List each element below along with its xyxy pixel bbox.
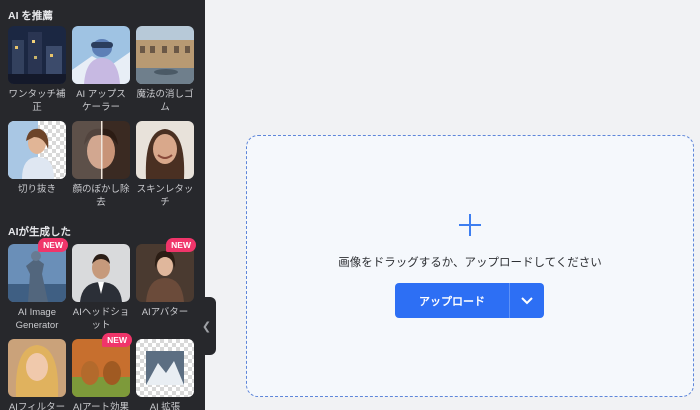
tile-label: 切り抜き <box>17 184 56 195</box>
upload-dropzone[interactable]: 画像をドラッグするか、アップロードしてください アップロード <box>246 135 694 397</box>
tool-ai-art-effect[interactable]: NEW AIアート効果 <box>72 333 132 410</box>
dogs-thumbnail-icon <box>72 339 130 397</box>
new-badge: NEW <box>102 333 132 347</box>
tile-label: 顔のぼかし除去 <box>72 184 130 208</box>
tool-magic-eraser[interactable]: 魔法の消しゴム <box>136 26 194 114</box>
tile-label: 魔法の消しゴム <box>136 89 194 113</box>
tool-ai-filter[interactable]: AIフィルター <box>8 339 66 410</box>
tool-skin-retouch[interactable]: スキンレタッチ <box>136 121 194 209</box>
tool-cutout[interactable]: 切り抜き <box>8 121 66 196</box>
statue-thumbnail-icon <box>8 244 66 302</box>
upload-dropdown-button[interactable] <box>510 283 544 318</box>
tile-label: ワンタッチ補正 <box>8 89 66 113</box>
woman-gown-thumbnail-icon <box>136 244 194 302</box>
woman-smile-thumbnail-icon <box>136 121 194 179</box>
sidebar-collapse-button[interactable]: ❮ <box>197 297 216 355</box>
plus-icon <box>459 214 481 236</box>
winter-person-thumbnail-icon <box>72 26 130 84</box>
upload-button-group: アップロード <box>395 283 544 318</box>
new-badge: NEW <box>38 238 68 252</box>
tool-one-touch-correction[interactable]: ワンタッチ補正 <box>8 26 66 114</box>
tile-label: AIフィルター <box>8 402 66 410</box>
drop-instruction-text: 画像をドラッグするか、アップロードしてください <box>338 257 602 269</box>
section-title-recommended: AI を推薦 <box>8 10 53 22</box>
tool-ai-upscaler[interactable]: AI アップスケーラー <box>72 26 130 114</box>
tile-label: AIヘッドショット <box>72 307 130 331</box>
tool-face-deblur[interactable]: 顔のぼかし除去 <box>72 121 130 209</box>
section-title-generated: AIが生成した <box>8 226 71 238</box>
tool-ai-expand[interactable]: AI 拡張 <box>136 339 194 410</box>
tool-ai-headshot[interactable]: AIヘッドショット <box>72 244 130 332</box>
sidebar: AI を推薦 ワンタッチ補正 AI アップスケーラー 魔法の消しゴム 切り抜き <box>0 0 205 410</box>
tile-label: AIアート効果 <box>73 402 129 410</box>
tile-label: AIアバター <box>141 307 189 318</box>
main-area: 画像をドラッグするか、アップロードしてください アップロード <box>216 0 700 410</box>
face-split-thumbnail-icon <box>72 121 130 179</box>
new-badge: NEW <box>166 238 196 252</box>
man-suit-thumbnail-icon <box>72 244 130 302</box>
city-night-thumbnail-icon <box>8 26 66 84</box>
tile-label: スキンレタッチ <box>136 184 194 208</box>
tool-ai-avatar[interactable]: NEW AIアバター <box>136 238 196 319</box>
mountains-thumbnail-icon <box>136 339 194 397</box>
tile-label: AI 拡張 <box>149 402 181 410</box>
tool-ai-image-generator[interactable]: NEW AI Image Generator <box>8 238 68 332</box>
building-thumbnail-icon <box>136 26 194 84</box>
chevron-left-icon: ❮ <box>201 320 212 333</box>
woman-transparent-thumbnail-icon <box>8 121 66 179</box>
tile-label: AI アップスケーラー <box>76 89 126 113</box>
tile-label: AI Image Generator <box>15 307 59 331</box>
blonde-thumbnail-icon <box>8 339 66 397</box>
chevron-down-icon <box>521 296 533 304</box>
upload-button[interactable]: アップロード <box>395 283 509 318</box>
